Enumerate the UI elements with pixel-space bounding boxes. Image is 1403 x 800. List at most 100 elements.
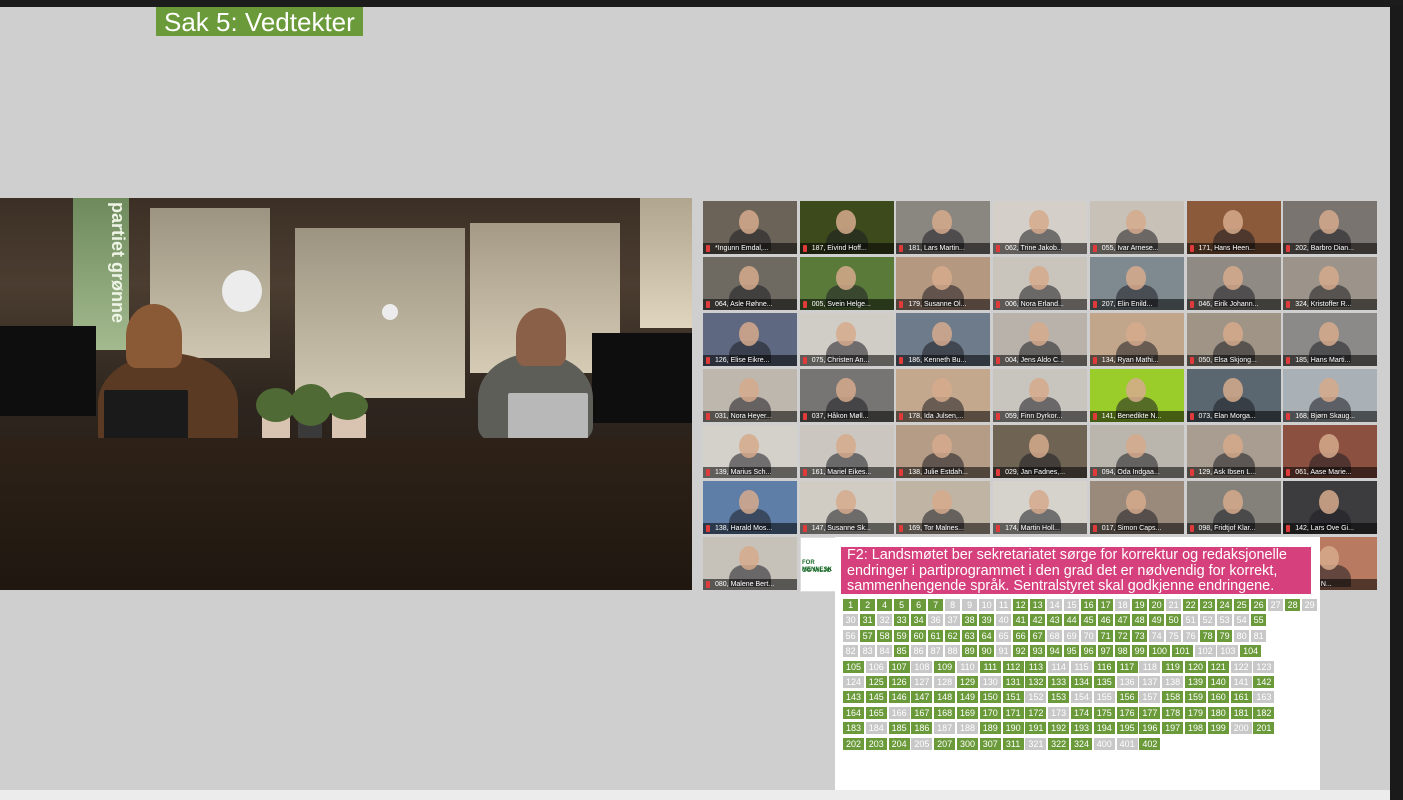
participant-name-label: 181, Lars Martin... (896, 243, 991, 254)
vote-chip-voted: 169 (957, 706, 978, 719)
vote-chip-not-voted: 124 (843, 676, 864, 688)
participant-tile[interactable]: 185, Hans Marti... (1283, 313, 1378, 366)
participant-tile[interactable]: 186, Kenneth Bu... (896, 313, 991, 366)
vote-chip-voted: 5 (894, 599, 910, 611)
vote-chip-voted: 171 (1002, 706, 1024, 719)
plant-leaves-3 (328, 392, 368, 420)
participant-tile[interactable]: 178, Ida Julsen,... (896, 369, 991, 422)
vote-chip-voted: 190 (1002, 722, 1024, 735)
participant-tile[interactable]: 061, Aase Marie... (1283, 425, 1378, 478)
participant-tile[interactable]: 004, Jens Aldo C... (993, 313, 1088, 366)
vote-chip-not-voted: 14 (1047, 599, 1063, 611)
muted-mic-icon (899, 469, 904, 476)
participant-name-label: 029, Jan Fadnes,... (993, 467, 1088, 478)
participant-tile[interactable]: 046, Eirik Johann... (1186, 257, 1281, 310)
muted-mic-icon (1092, 357, 1097, 364)
vote-chip-voted: 139 (1185, 676, 1206, 688)
vote-chip-voted: 73 (1132, 629, 1148, 642)
participant-tile[interactable]: 147, Susanne Sk... (799, 481, 894, 534)
participant-tile[interactable]: 169, Tor Malnes... (896, 481, 991, 534)
vote-chip-voted: 120 (1185, 660, 1206, 673)
participant-face (1222, 490, 1243, 514)
right-edge (1390, 7, 1403, 800)
participant-tile[interactable]: 017, Simon Caps... (1089, 481, 1184, 534)
participant-name-label: 174, Martin Holl... (993, 523, 1088, 534)
vote-chip-not-voted: 36 (928, 614, 944, 627)
participant-tile[interactable]: 126, Elise Eikre... (703, 313, 797, 366)
vote-chip-not-voted: 400 (1093, 737, 1115, 750)
vote-chip-not-voted: 88 (945, 645, 961, 658)
vote-chip-voted: 55 (1251, 614, 1267, 627)
muted-mic-icon (706, 245, 710, 252)
vote-chip-not-voted: 52 (1200, 614, 1216, 627)
participant-tile[interactable]: 075, Christen An... (799, 313, 894, 366)
participant-tile[interactable]: 059, Finn Dyrkor... (993, 369, 1088, 422)
participant-tile[interactable]: 055, Ivar Arnese... (1089, 201, 1184, 254)
participant-tile[interactable]: 094, Oda Indgaa... (1089, 425, 1184, 478)
participant-face (739, 490, 759, 514)
participant-tile[interactable]: 174, Martin Holl... (993, 481, 1088, 534)
participant-tile[interactable]: 139, Marius Sch... (703, 425, 797, 478)
participant-name-label: 055, Ivar Arnese... (1089, 243, 1184, 254)
participant-tile[interactable]: 141, Benedikte N... (1089, 369, 1184, 422)
vote-chip-not-voted: 127 (911, 676, 933, 688)
vote-chip-not-voted: 157 (1139, 691, 1161, 704)
participant-tile[interactable]: 179, Susanne Ol... (896, 257, 991, 310)
vote-chip-not-voted: 87 (928, 645, 944, 658)
participant-tile[interactable]: 006, Nora Erland... (993, 257, 1088, 310)
vote-chip-voted: 42 (1030, 614, 1046, 627)
vote-chip-not-voted: 200 (1230, 722, 1252, 735)
participant-tile[interactable]: 171, Hans Heen... (1186, 201, 1281, 254)
participant-tile[interactable]: 187, Eivind Hoff... (799, 201, 894, 254)
vote-chip-voted: 121 (1207, 660, 1229, 673)
vote-chip-voted: 25 (1234, 599, 1250, 611)
participant-name-label: 138, Harald Mos... (703, 523, 797, 534)
participant-tile[interactable]: 005, Svein Helge... (799, 257, 894, 310)
participant-tile[interactable]: 181, Lars Martin... (896, 201, 991, 254)
participant-tile[interactable]: 062, Trine Jakob... (993, 201, 1088, 254)
vote-chip-voted: 182 (1253, 706, 1275, 719)
participant-face (835, 490, 856, 514)
participant-tile[interactable]: 080, Malene Bert... (703, 537, 797, 590)
participant-tile[interactable]: 161, Mariel Eikes... (799, 425, 894, 478)
participant-tile[interactable]: 129, Ask Ibsen L... (1186, 425, 1281, 478)
vote-chip-voted: 58 (877, 629, 893, 642)
stage-table (0, 438, 692, 590)
muted-mic-icon (1189, 357, 1194, 364)
participant-tile[interactable]: *Ingunn Emdal,... (703, 201, 797, 254)
vote-chip-not-voted: 75 (1166, 629, 1182, 642)
participant-tile[interactable]: 324, Kristoffer R... (1283, 257, 1378, 310)
participant-face (1125, 434, 1146, 458)
vote-chip-voted: 165 (865, 706, 887, 719)
vote-chip-voted: 196 (1139, 722, 1161, 735)
vote-chip-voted: 104 (1240, 645, 1262, 658)
participant-tile[interactable]: 064, Asle Røhne... (703, 257, 797, 310)
participant-face (835, 378, 856, 402)
participant-face (1029, 490, 1050, 514)
participant-tile[interactable]: 142, Lars Ove Gi... (1283, 481, 1378, 534)
muted-mic-icon (706, 357, 710, 364)
participant-tile[interactable]: 138, Julie Estdah... (896, 425, 991, 478)
participant-tile[interactable]: 207, Elin Enild... (1089, 257, 1184, 310)
vote-chip-voted: 143 (843, 691, 864, 704)
muted-mic-icon (996, 245, 1001, 252)
participant-tile[interactable]: 168, Bjørn Skaug... (1283, 369, 1378, 422)
participant-tile[interactable]: 098, Fridtjof Klar... (1186, 481, 1281, 534)
vote-chip-voted: 41 (1013, 614, 1029, 627)
participant-tile[interactable]: 202, Barbro Dian... (1283, 201, 1378, 254)
participant-face (739, 546, 759, 570)
vote-chip-voted: 176 (1116, 706, 1138, 719)
vote-chip-voted: 59 (894, 629, 910, 642)
participant-tile[interactable]: 029, Jan Fadnes,... (993, 425, 1088, 478)
participant-tile[interactable]: 138, Harald Mos... (703, 481, 797, 534)
vote-chip-not-voted: 106 (865, 660, 887, 673)
vote-chip-voted: 140 (1207, 676, 1229, 688)
participant-tile[interactable]: 050, Elsa Skjong... (1186, 313, 1281, 366)
participant-tile[interactable]: 037, Håkon Møll... (799, 369, 894, 422)
muted-mic-icon (802, 413, 807, 420)
participant-name-label: 134, Ryan Mathi... (1089, 355, 1184, 366)
participant-tile[interactable]: 134, Ryan Mathi... (1089, 313, 1184, 366)
vote-chip-voted: 43 (1047, 614, 1063, 627)
participant-tile[interactable]: 073, Elan Morga... (1186, 369, 1281, 422)
participant-tile[interactable]: 031, Nora Heyer... (703, 369, 797, 422)
